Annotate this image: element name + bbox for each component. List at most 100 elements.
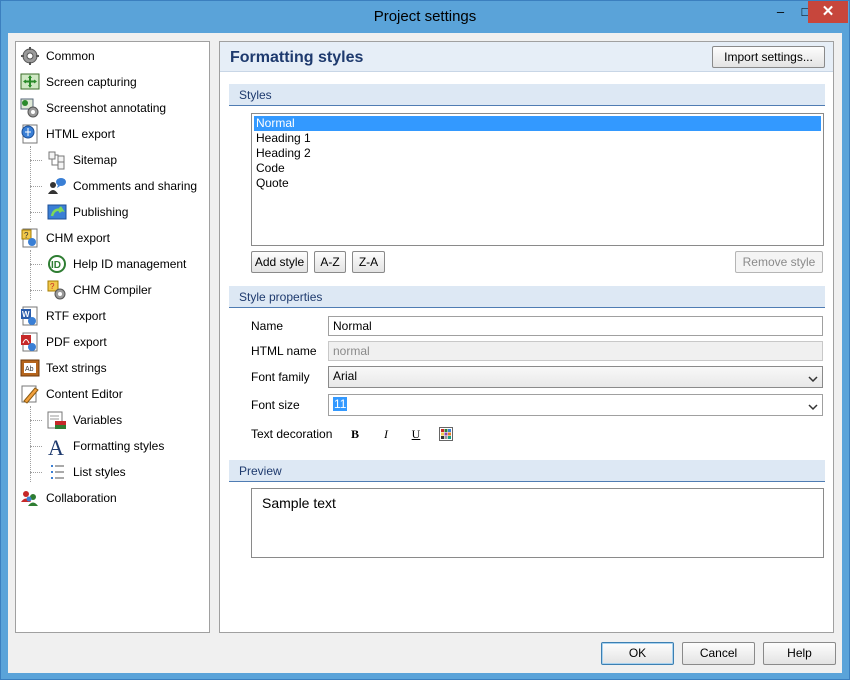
- font-size-combo[interactable]: 11: [328, 394, 823, 416]
- tree-item-comments-and-sharing[interactable]: Comments and sharing: [47, 174, 197, 198]
- tree-item-text-strings[interactable]: Ab Text strings: [20, 356, 107, 380]
- tree-item-pdf-export[interactable]: PDF export: [20, 330, 107, 354]
- tree-item-label: List styles: [73, 465, 126, 479]
- help-button[interactable]: Help: [763, 642, 836, 665]
- tree-connector: [30, 264, 42, 265]
- chevron-down-icon: [808, 399, 818, 411]
- name-field[interactable]: Normal: [328, 316, 823, 336]
- bold-button[interactable]: B: [346, 425, 364, 443]
- tree-item-common[interactable]: Common: [20, 44, 95, 68]
- text-decoration-label: Text decoration: [251, 427, 333, 441]
- tree-item-rtf-export[interactable]: W RTF export: [20, 304, 106, 328]
- tree-item-list-styles[interactable]: List styles: [47, 460, 126, 484]
- tree-item-collaboration[interactable]: Collaboration: [20, 486, 117, 510]
- tree-item-label: Publishing: [73, 205, 129, 219]
- font-size-label: Font size: [251, 398, 300, 412]
- font-size-value: 11: [333, 397, 348, 411]
- collaboration-icon: [20, 488, 40, 508]
- preview-box: Sample text: [251, 488, 824, 558]
- preview-text: Sample text: [262, 495, 336, 511]
- svg-text:?: ?: [24, 231, 29, 240]
- tree-item-html-export[interactable]: HTML export: [20, 122, 115, 146]
- remove-style-button[interactable]: Remove style: [735, 251, 823, 273]
- sitemap-icon: [47, 150, 67, 170]
- tree-item-variables[interactable]: Variables: [47, 408, 122, 432]
- minimize-button[interactable]: –: [768, 1, 793, 23]
- html-name-field: normal: [328, 341, 823, 361]
- list-item[interactable]: Code: [254, 161, 821, 176]
- html-export-icon: [20, 124, 40, 144]
- publishing-icon: [47, 202, 67, 222]
- font-family-select[interactable]: Arial: [328, 366, 823, 388]
- tree-item-label: RTF export: [46, 309, 106, 323]
- list-styles-icon: [47, 462, 67, 482]
- svg-text:?: ?: [50, 282, 55, 291]
- cancel-button[interactable]: Cancel: [682, 642, 755, 665]
- tree-connector: [30, 420, 42, 421]
- tree-item-chm-export[interactable]: ? CHM export: [20, 226, 110, 250]
- tree-item-label: CHM export: [46, 231, 111, 245]
- section-title: Style properties: [239, 290, 323, 304]
- tree-connector: [30, 250, 31, 300]
- tree-connector: [30, 146, 31, 222]
- tree-item-label: Sitemap: [73, 153, 118, 167]
- tree-item-label: Variables: [73, 413, 123, 427]
- list-item[interactable]: Heading 1: [254, 131, 821, 146]
- window-title: Project settings: [373, 8, 477, 25]
- sort-az-button[interactable]: A-Z: [314, 251, 346, 273]
- chm-export-icon: ?: [20, 228, 40, 248]
- section-title: Styles: [239, 88, 272, 102]
- tree-item-label: PDF export: [46, 335, 107, 349]
- tree-connector: [30, 160, 42, 161]
- close-button[interactable]: ✕: [808, 1, 848, 23]
- tree-item-label: Collaboration: [46, 491, 117, 505]
- panel-header: Formatting styles Import settings...: [220, 42, 833, 72]
- tree-item-content-editor[interactable]: Content Editor: [20, 382, 123, 406]
- styles-section-header: Styles: [229, 84, 825, 106]
- content-editor-icon: [20, 384, 40, 404]
- tree-item-sitemap[interactable]: Sitemap: [47, 148, 117, 172]
- tree-connector: [30, 290, 42, 291]
- tree-item-screenshot-annotating[interactable]: Screenshot annotating: [20, 96, 166, 120]
- tree-item-formatting-styles[interactable]: A Formatting styles: [47, 434, 164, 460]
- tree-item-publishing[interactable]: Publishing: [47, 200, 128, 224]
- gear-icon: [20, 46, 40, 66]
- section-title: Preview: [239, 464, 282, 478]
- styles-listbox[interactable]: Normal Heading 1 Heading 2 Code Quote: [251, 113, 824, 246]
- tree-item-label: Common: [46, 49, 95, 63]
- tree-item-label: CHM Compiler: [73, 283, 152, 297]
- tree-item-help-id-management[interactable]: ID Help ID management: [47, 252, 186, 276]
- chm-compiler-icon: ?: [47, 280, 67, 300]
- sort-za-button[interactable]: Z-A: [352, 251, 385, 273]
- style-properties-section-header: Style properties: [229, 286, 825, 308]
- variables-icon: [47, 410, 67, 430]
- comments-icon: [47, 176, 67, 196]
- list-item[interactable]: Quote: [254, 176, 821, 191]
- svg-text:ID: ID: [51, 260, 61, 271]
- svg-text:Ab: Ab: [25, 366, 34, 373]
- minimize-icon: –: [776, 4, 785, 19]
- list-item[interactable]: Normal: [254, 116, 821, 131]
- add-style-button[interactable]: Add style: [251, 251, 308, 273]
- svg-text:W: W: [22, 310, 30, 319]
- list-item[interactable]: Heading 2: [254, 146, 821, 161]
- close-icon: ✕: [821, 3, 835, 20]
- tree-item-chm-compiler[interactable]: ? CHM Compiler: [47, 278, 152, 302]
- tree-item-screen-capturing[interactable]: Screen capturing: [20, 70, 137, 94]
- italic-button[interactable]: I: [377, 425, 395, 443]
- tree-connector: [30, 472, 42, 473]
- color-palette-button[interactable]: [437, 425, 455, 443]
- tree-connector: [30, 186, 42, 187]
- rtf-export-icon: W: [20, 306, 40, 326]
- tree-connector: [30, 406, 31, 482]
- title-bar[interactable]: Project settings – □ ✕: [1, 1, 849, 33]
- pdf-export-icon: [20, 332, 40, 352]
- font-family-value: Arial: [333, 369, 358, 383]
- ok-button[interactable]: OK: [601, 642, 674, 665]
- tree-connector: [30, 212, 42, 213]
- tree-item-label: Text strings: [46, 361, 107, 375]
- tree-item-label: Content Editor: [46, 387, 123, 401]
- settings-tree: Common Screen capturing Screenshot annot…: [15, 41, 210, 633]
- import-settings-button[interactable]: Import settings...: [712, 46, 825, 68]
- underline-button[interactable]: U: [407, 425, 425, 443]
